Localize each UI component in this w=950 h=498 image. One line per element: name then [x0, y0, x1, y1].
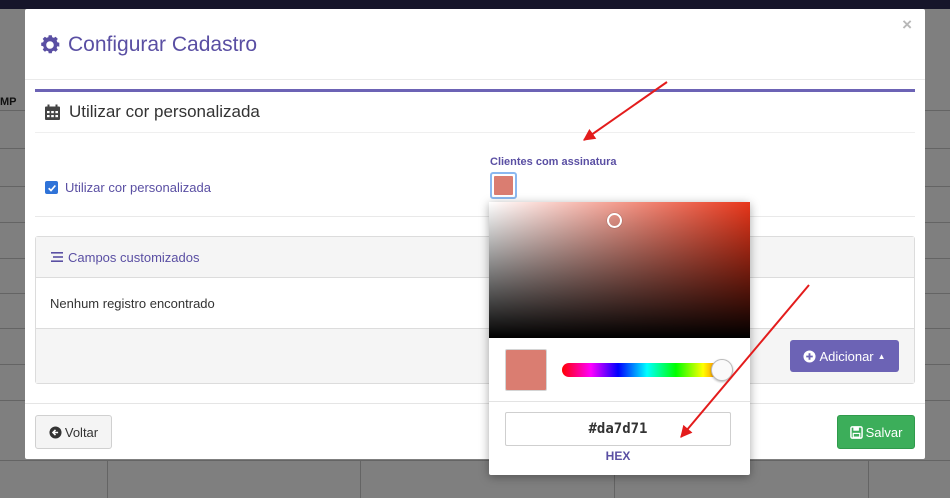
section-title-text: Utilizar cor personalizada: [69, 102, 260, 121]
save-button[interactable]: Salvar: [837, 415, 915, 449]
saturation-handle[interactable]: [607, 213, 622, 228]
color-picker-popup: #da7d71 HEX: [489, 202, 750, 475]
configure-modal: Configurar Cadastro × Utilizar cor perso…: [25, 9, 925, 459]
close-icon[interactable]: ×: [902, 15, 912, 35]
picker-divider: [489, 401, 750, 402]
use-custom-color-checkbox[interactable]: [45, 181, 58, 194]
hex-input[interactable]: #da7d71: [505, 412, 731, 446]
check-icon: [47, 184, 56, 192]
use-custom-color-checkbox-row[interactable]: Utilizar cor personalizada: [45, 180, 211, 195]
custom-fields-panel: Campos customizados Nenhum registro enco…: [35, 236, 915, 384]
color-swatch-button[interactable]: [490, 172, 517, 199]
custom-color-section: Utilizar cor personalizada: [35, 89, 915, 217]
modal-title: Configurar Cadastro: [38, 33, 257, 57]
clients-color-label: Clientes com assinatura: [490, 156, 617, 168]
add-button[interactable]: Adicionar ▲: [790, 340, 899, 372]
section-title: Utilizar cor personalizada: [35, 92, 915, 133]
modal-header: Configurar Cadastro ×: [25, 9, 925, 80]
hue-slider-handle[interactable]: [711, 359, 733, 381]
save-button-label: Salvar: [865, 424, 903, 440]
custom-fields-footer: Adicionar ▲: [36, 328, 914, 383]
modal-title-text: Configurar Cadastro: [68, 33, 258, 56]
empty-message: Nenhum registro encontrado: [50, 296, 215, 311]
back-button-label: Voltar: [64, 424, 99, 440]
calendar-icon: [44, 104, 61, 121]
section-divider: [35, 216, 915, 217]
hex-mode-toggle[interactable]: HEX: [505, 449, 731, 463]
list-icon: [50, 250, 64, 264]
checkbox-label[interactable]: Utilizar cor personalizada: [65, 180, 211, 195]
color-preview: [505, 349, 547, 391]
caret-up-icon: ▲: [877, 351, 886, 361]
add-button-label: Adicionar: [819, 348, 874, 364]
custom-fields-header: Campos customizados: [36, 237, 914, 278]
arrow-left-circle-icon: [49, 425, 62, 439]
gear-icon: [38, 33, 62, 57]
hue-slider[interactable]: [562, 363, 732, 377]
save-icon: [849, 425, 863, 439]
back-button[interactable]: Voltar: [35, 415, 112, 449]
color-swatch-fill: [494, 176, 513, 195]
custom-fields-title: Campos customizados: [68, 249, 200, 265]
saturation-area[interactable]: [489, 202, 750, 338]
footer-divider: [25, 403, 925, 404]
plus-circle-icon: [803, 349, 816, 363]
